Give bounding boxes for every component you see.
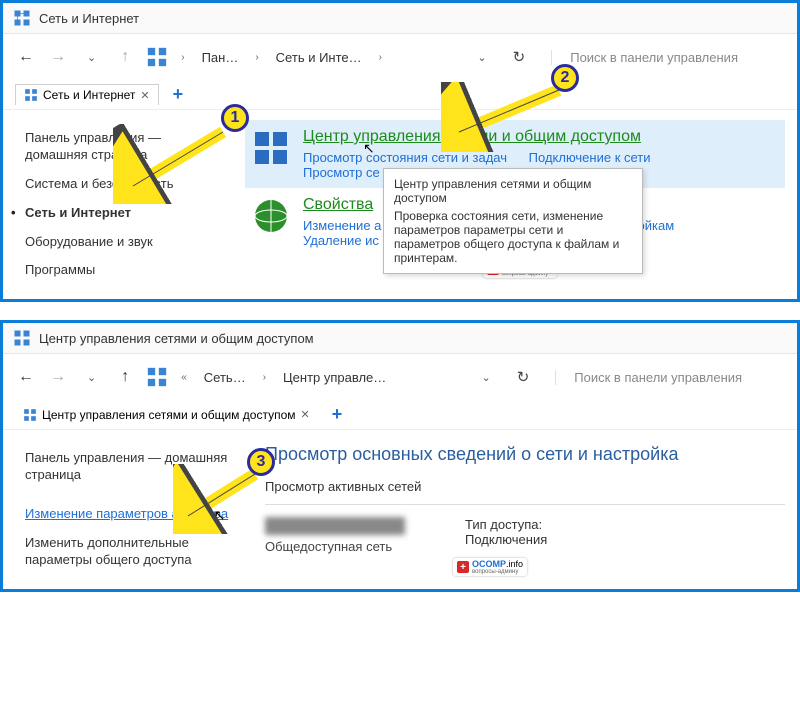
search-input[interactable]: Поиск в панели управления: [555, 370, 785, 385]
plus-icon: +: [457, 561, 469, 573]
toolbar: ← → ⌄ ↑ « Сеть… › Центр управле… ⌄ ↻ Пои…: [3, 354, 797, 400]
network-icon: [24, 88, 38, 102]
network-right-col: Тип доступа: Подключения: [465, 517, 547, 547]
search-input[interactable]: Поиск в панели управления: [551, 50, 785, 65]
watermark: + OCOMP.infoвопросы-админу: [453, 558, 527, 576]
network-center-icon: [251, 128, 291, 168]
addr-dropdown[interactable]: ⌄: [474, 367, 499, 388]
watermark-brand: OCOMP: [472, 559, 506, 569]
sidebar-item-home[interactable]: Панель управления — домашняя страница: [25, 124, 227, 170]
window-network-internet: Сеть и Интернет ← → ⌄ ↑ › Пан… › Сеть и …: [0, 0, 800, 302]
chevron-icon: ›: [260, 372, 269, 383]
titlebar: Центр управления сетями и общим доступом: [3, 323, 797, 354]
connections-label: Подключения: [465, 532, 547, 547]
link-view-status[interactable]: Просмотр состояния сети и задач: [303, 150, 507, 165]
chevron-icon: ›: [376, 52, 385, 63]
history-dropdown[interactable]: ⌄: [79, 367, 104, 388]
tooltip: Центр управления сетями и общим доступом…: [383, 168, 643, 274]
window-body: Панель управления — домашняя страница Из…: [3, 430, 797, 588]
sidebar-item-programs[interactable]: Программы: [25, 256, 227, 285]
addr-dropdown[interactable]: ⌄: [469, 47, 494, 68]
category-title-link[interactable]: Свойства: [303, 196, 373, 214]
link-change[interactable]: Изменение а: [303, 218, 381, 233]
sidebar-item-hardware[interactable]: Оборудование и звук: [25, 228, 227, 257]
tab-label: Сеть и Интернет: [43, 88, 135, 102]
chevron-icon: ›: [178, 52, 187, 63]
sidebar-link-adapter-settings[interactable]: Изменение параметров адаптера: [25, 500, 228, 529]
refresh-button[interactable]: ↻: [509, 364, 538, 390]
back-button[interactable]: ←: [15, 48, 37, 66]
window-title: Центр управления сетями и общим доступом: [39, 331, 314, 346]
sidebar-item-network[interactable]: Сеть и Интернет: [25, 199, 227, 228]
tooltip-body: Проверка состояния сети, изменение парам…: [394, 209, 632, 265]
link-connect[interactable]: Подключение к сети: [529, 150, 651, 165]
tab-network-center[interactable]: Центр управления сетями и общим доступом…: [15, 405, 318, 425]
sidebar-item-advanced-sharing[interactable]: Изменить дополнительные параметры общего…: [25, 529, 247, 575]
watermark-sub: вопросы-админу: [472, 569, 523, 575]
chevron-icon: «: [178, 372, 190, 383]
forward-button[interactable]: →: [47, 368, 69, 386]
breadcrumb-item[interactable]: Сеть…: [200, 367, 250, 388]
network-icon: [146, 46, 168, 68]
up-button[interactable]: ↑: [114, 368, 136, 386]
add-tab-button[interactable]: +: [324, 404, 351, 425]
badge-1: 1: [221, 104, 249, 132]
section-heading: Просмотр активных сетей: [265, 479, 785, 494]
network-icon: [13, 9, 31, 27]
refresh-button[interactable]: ↻: [505, 44, 534, 70]
window-network-center: Центр управления сетями и общим доступом…: [0, 320, 800, 591]
page-title: Просмотр основных сведений о сети и наст…: [265, 444, 785, 465]
globe-icon: [251, 196, 291, 236]
link-view-net[interactable]: Просмотр се: [303, 165, 380, 180]
add-tab-button[interactable]: +: [165, 84, 192, 105]
watermark-suffix: .info: [506, 559, 523, 569]
breadcrumb-item[interactable]: Центр управле…: [279, 367, 390, 388]
network-icon: [23, 408, 37, 422]
breadcrumb-item[interactable]: Сеть и Инте…: [272, 47, 366, 68]
category-title-link[interactable]: Центр управления сетями и общим доступом: [303, 128, 641, 146]
sidebar-item-home[interactable]: Панель управления — домашняя страница: [25, 444, 247, 490]
window-body: Панель управления — домашняя страница Си…: [3, 110, 797, 299]
breadcrumb-item[interactable]: Пан…: [198, 47, 243, 68]
network-icon: [13, 329, 31, 347]
content-area: Центр управления сетями и общим доступом…: [233, 110, 797, 299]
network-icon: [146, 366, 168, 388]
badge-2: 2: [551, 64, 579, 92]
tab-label: Центр управления сетями и общим доступом: [42, 408, 296, 422]
titlebar: Сеть и Интернет: [3, 3, 797, 34]
cursor-icon: ↖: [214, 507, 226, 523]
window-title: Сеть и Интернет: [39, 11, 139, 26]
toolbar: ← → ⌄ ↑ › Пан… › Сеть и Инте… › ⌄ ↻ Поис…: [3, 34, 797, 80]
tab-network[interactable]: Сеть и Интернет ✕: [15, 84, 159, 105]
sidebar: Панель управления — домашняя страница Из…: [3, 430, 253, 588]
tabbar: Центр управления сетями и общим доступом…: [3, 400, 797, 430]
cursor-icon: ↖: [363, 140, 375, 157]
access-type-label: Тип доступа:: [465, 517, 547, 532]
active-network-row: Общедоступная сеть Тип доступа: Подключе…: [265, 517, 785, 554]
tooltip-title: Центр управления сетями и общим доступом: [394, 177, 632, 205]
tabbar: Сеть и Интернет ✕ +: [3, 80, 797, 110]
up-button[interactable]: ↑: [114, 48, 136, 66]
network-type: Общедоступная сеть: [265, 539, 405, 554]
close-icon[interactable]: ✕: [140, 89, 149, 102]
back-button[interactable]: ←: [15, 368, 37, 386]
link-delete[interactable]: Удаление ис: [303, 233, 379, 248]
sidebar-item-system[interactable]: Система и безопасность: [25, 170, 227, 199]
forward-button[interactable]: →: [47, 48, 69, 66]
close-icon[interactable]: ✕: [301, 408, 310, 421]
chevron-icon: ›: [252, 52, 261, 63]
sidebar: Панель управления — домашняя страница Си…: [3, 110, 233, 299]
network-info: Общедоступная сеть: [265, 517, 405, 554]
history-dropdown[interactable]: ⌄: [79, 47, 104, 68]
network-name-blurred: [265, 517, 405, 535]
